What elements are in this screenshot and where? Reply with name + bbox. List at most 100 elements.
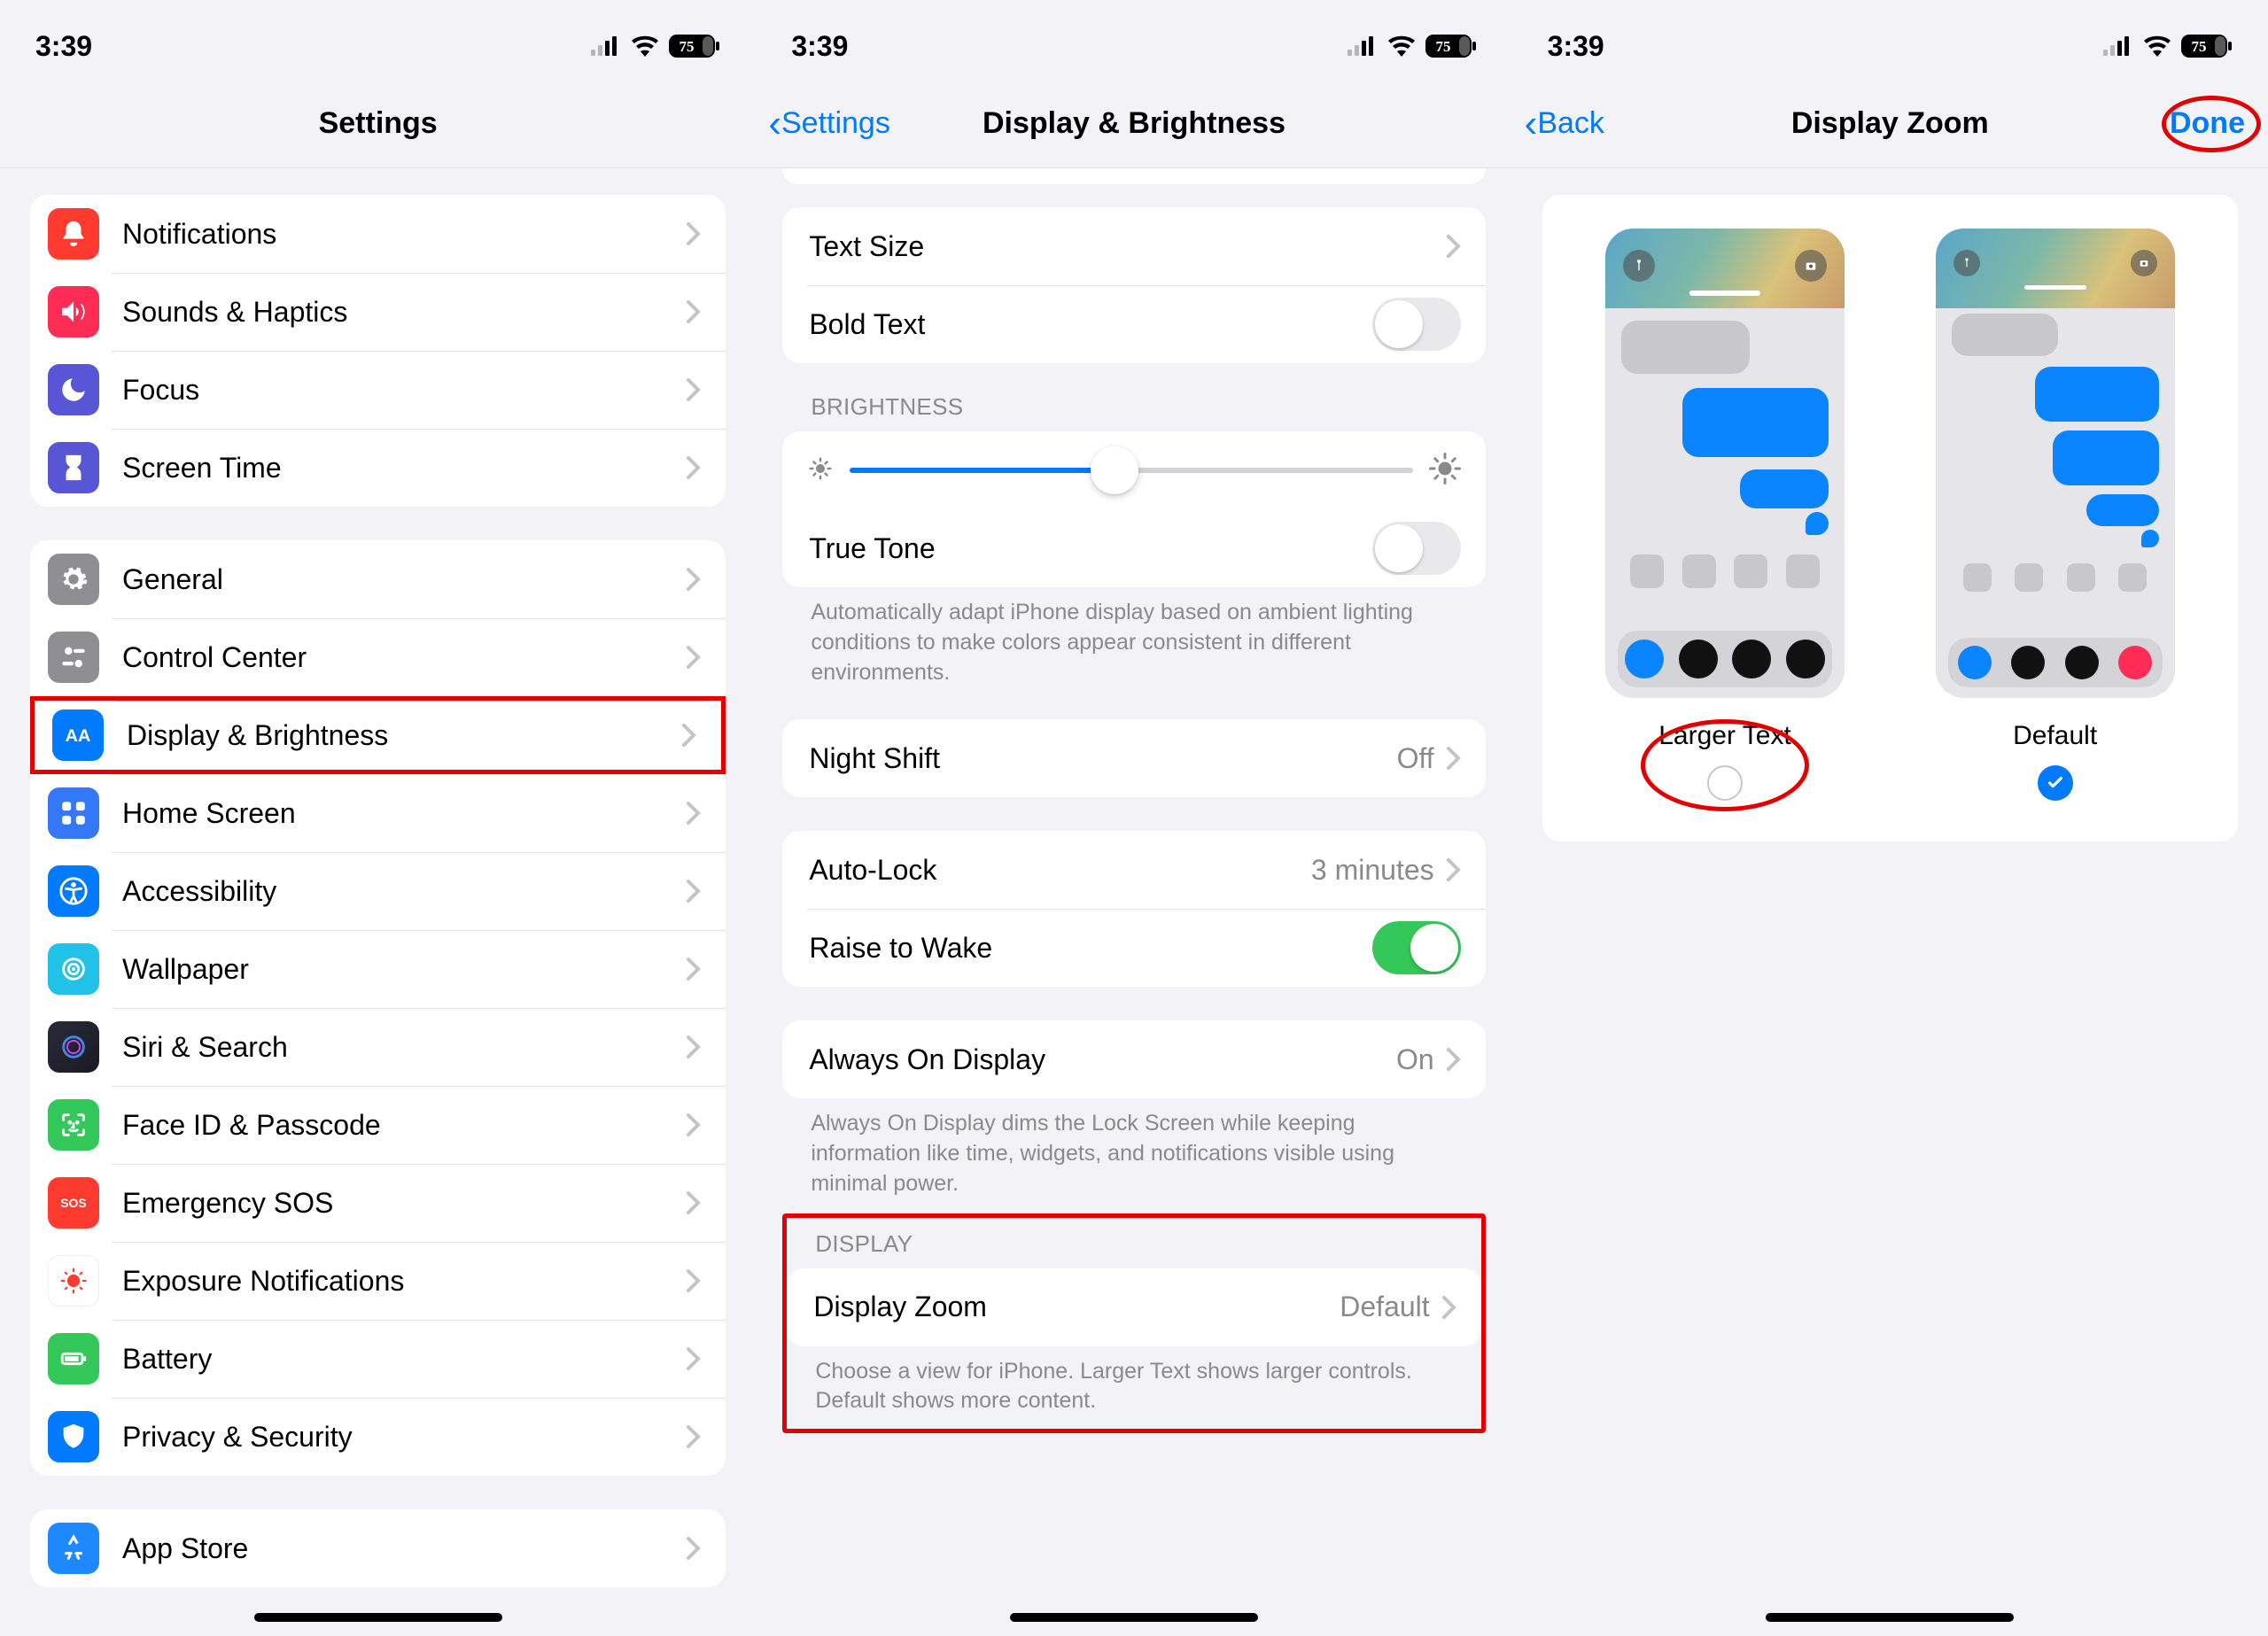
chevron-right-icon bbox=[1442, 1296, 1456, 1319]
aod-footer: Always On Display dims the Lock Screen w… bbox=[782, 1098, 1485, 1206]
control-center-icon bbox=[48, 632, 99, 683]
row-face-id[interactable]: Face ID & Passcode bbox=[30, 1086, 726, 1164]
display-zoom-footer: Choose a view for iPhone. Larger Text sh… bbox=[787, 1346, 1480, 1424]
home-indicator[interactable] bbox=[1766, 1613, 2014, 1622]
row-privacy-security[interactable]: Privacy & Security bbox=[30, 1398, 726, 1476]
text-group: Text Size Bold Text bbox=[782, 207, 1485, 363]
row-label: Always On Display bbox=[809, 1043, 1396, 1076]
chevron-right-icon bbox=[687, 456, 701, 479]
nav-title: Display & Brightness bbox=[983, 106, 1285, 141]
brightness-slider-row bbox=[782, 431, 1485, 509]
siri-icon bbox=[48, 1021, 99, 1073]
row-screen-time[interactable]: Screen Time bbox=[30, 429, 726, 507]
row-always-on-display[interactable]: Always On Display On bbox=[782, 1020, 1485, 1098]
chevron-right-icon bbox=[1447, 858, 1461, 881]
battery-icon: 75 bbox=[1425, 35, 1477, 58]
zoom-option-default[interactable]: Default bbox=[1936, 229, 2175, 801]
aod-group: Always On Display On bbox=[782, 1020, 1485, 1098]
battery-icon: 75 bbox=[669, 35, 720, 58]
chevron-right-icon bbox=[687, 378, 701, 401]
focus-icon bbox=[48, 364, 99, 415]
display-brightness-icon: AA bbox=[52, 709, 104, 761]
chevron-right-icon bbox=[687, 1537, 701, 1560]
row-display-brightness[interactable]: AA Display & Brightness bbox=[30, 696, 726, 774]
row-night-shift[interactable]: Night Shift Off bbox=[782, 719, 1485, 797]
row-raise-to-wake[interactable]: Raise to Wake bbox=[782, 909, 1485, 987]
row-battery[interactable]: Battery bbox=[30, 1320, 726, 1398]
row-wallpaper[interactable]: Wallpaper bbox=[30, 930, 726, 1008]
raise-to-wake-toggle[interactable] bbox=[1372, 921, 1461, 974]
display-zoom-group: Display Zoom Default bbox=[787, 1268, 1480, 1346]
row-label: Wallpaper bbox=[122, 953, 687, 986]
row-label: Display Zoom bbox=[813, 1291, 1340, 1323]
sun-low-icon bbox=[807, 455, 834, 486]
settings-group-appstore: App Store bbox=[30, 1509, 726, 1587]
row-emergency-sos[interactable]: SOS Emergency SOS bbox=[30, 1164, 726, 1242]
row-value: Default bbox=[1340, 1291, 1429, 1323]
status-time: 3:39 bbox=[791, 30, 848, 63]
row-label: Screen Time bbox=[122, 452, 687, 485]
row-label: Focus bbox=[122, 374, 687, 407]
row-app-store[interactable]: App Store bbox=[30, 1509, 726, 1587]
zoom-radio-default[interactable] bbox=[2038, 765, 2073, 801]
row-label: Auto-Lock bbox=[809, 854, 1311, 887]
sos-icon: SOS bbox=[48, 1177, 99, 1229]
camera-icon bbox=[1795, 250, 1827, 282]
wifi-icon bbox=[630, 35, 660, 57]
row-text-size[interactable]: Text Size bbox=[782, 207, 1485, 285]
row-control-center[interactable]: Control Center bbox=[30, 618, 726, 696]
row-general[interactable]: General bbox=[30, 540, 726, 618]
zoom-content: Larger Text Default bbox=[1512, 168, 2268, 1636]
chevron-right-icon bbox=[687, 1269, 701, 1292]
chevron-left-icon: ‹ bbox=[768, 105, 781, 143]
svg-text:75: 75 bbox=[2191, 38, 2206, 55]
row-exposure-notifications[interactable]: Exposure Notifications bbox=[30, 1242, 726, 1320]
brightness-group: True Tone bbox=[782, 431, 1485, 587]
sounds-icon bbox=[48, 286, 99, 337]
row-bold-text[interactable]: Bold Text bbox=[782, 285, 1485, 363]
row-home-screen[interactable]: Home Screen bbox=[30, 774, 726, 852]
row-sounds-haptics[interactable]: Sounds & Haptics bbox=[30, 273, 726, 351]
back-button[interactable]: ‹ Settings bbox=[768, 105, 890, 143]
home-indicator[interactable] bbox=[1010, 1613, 1258, 1622]
true-tone-toggle[interactable] bbox=[1372, 522, 1461, 575]
status-bar: 3:39 75 bbox=[756, 0, 1511, 80]
row-true-tone[interactable]: True Tone bbox=[782, 509, 1485, 587]
night-shift-group: Night Shift Off bbox=[782, 719, 1485, 797]
partial-row-options bbox=[782, 168, 1485, 184]
app-store-icon bbox=[48, 1523, 99, 1574]
sun-high-icon bbox=[1429, 453, 1461, 489]
bold-text-toggle[interactable] bbox=[1372, 298, 1461, 351]
zoom-option-larger-text[interactable]: Larger Text bbox=[1605, 229, 1845, 801]
chevron-right-icon bbox=[687, 802, 701, 825]
row-label: Bold Text bbox=[809, 308, 1371, 341]
nav-bar: Settings bbox=[0, 80, 756, 168]
back-button[interactable]: ‹ Back bbox=[1525, 105, 1604, 143]
row-label: Control Center bbox=[122, 641, 687, 674]
true-tone-footer: Automatically adapt iPhone display based… bbox=[782, 587, 1485, 694]
row-accessibility[interactable]: Accessibility bbox=[30, 852, 726, 930]
zoom-option-label: Default bbox=[2013, 721, 2097, 751]
home-indicator[interactable] bbox=[254, 1613, 502, 1622]
general-icon bbox=[48, 554, 99, 605]
home-screen-icon bbox=[48, 787, 99, 839]
lock-group: Auto-Lock 3 minutes Raise to Wake bbox=[782, 831, 1485, 987]
nav-bar: ‹ Back Display Zoom Done bbox=[1512, 80, 2268, 168]
battery-icon: 75 bbox=[2181, 35, 2233, 58]
row-label: Night Shift bbox=[809, 742, 1396, 775]
row-siri-search[interactable]: Siri & Search bbox=[30, 1008, 726, 1086]
row-focus[interactable]: Focus bbox=[30, 351, 726, 429]
row-display-zoom[interactable]: Display Zoom Default bbox=[787, 1268, 1480, 1346]
chevron-right-icon bbox=[1447, 1048, 1461, 1071]
row-value: On bbox=[1396, 1043, 1434, 1076]
camera-icon bbox=[2131, 250, 2157, 276]
row-label: App Store bbox=[122, 1532, 687, 1565]
row-auto-lock[interactable]: Auto-Lock 3 minutes bbox=[782, 831, 1485, 909]
brightness-header: BRIGHTNESS bbox=[782, 363, 1485, 431]
row-notifications[interactable]: Notifications bbox=[30, 195, 726, 273]
flashlight-icon bbox=[1953, 250, 1980, 276]
brightness-slider[interactable] bbox=[850, 468, 1412, 473]
cellular-icon bbox=[2103, 36, 2133, 56]
privacy-icon bbox=[48, 1411, 99, 1462]
row-label: Sounds & Haptics bbox=[122, 296, 687, 329]
